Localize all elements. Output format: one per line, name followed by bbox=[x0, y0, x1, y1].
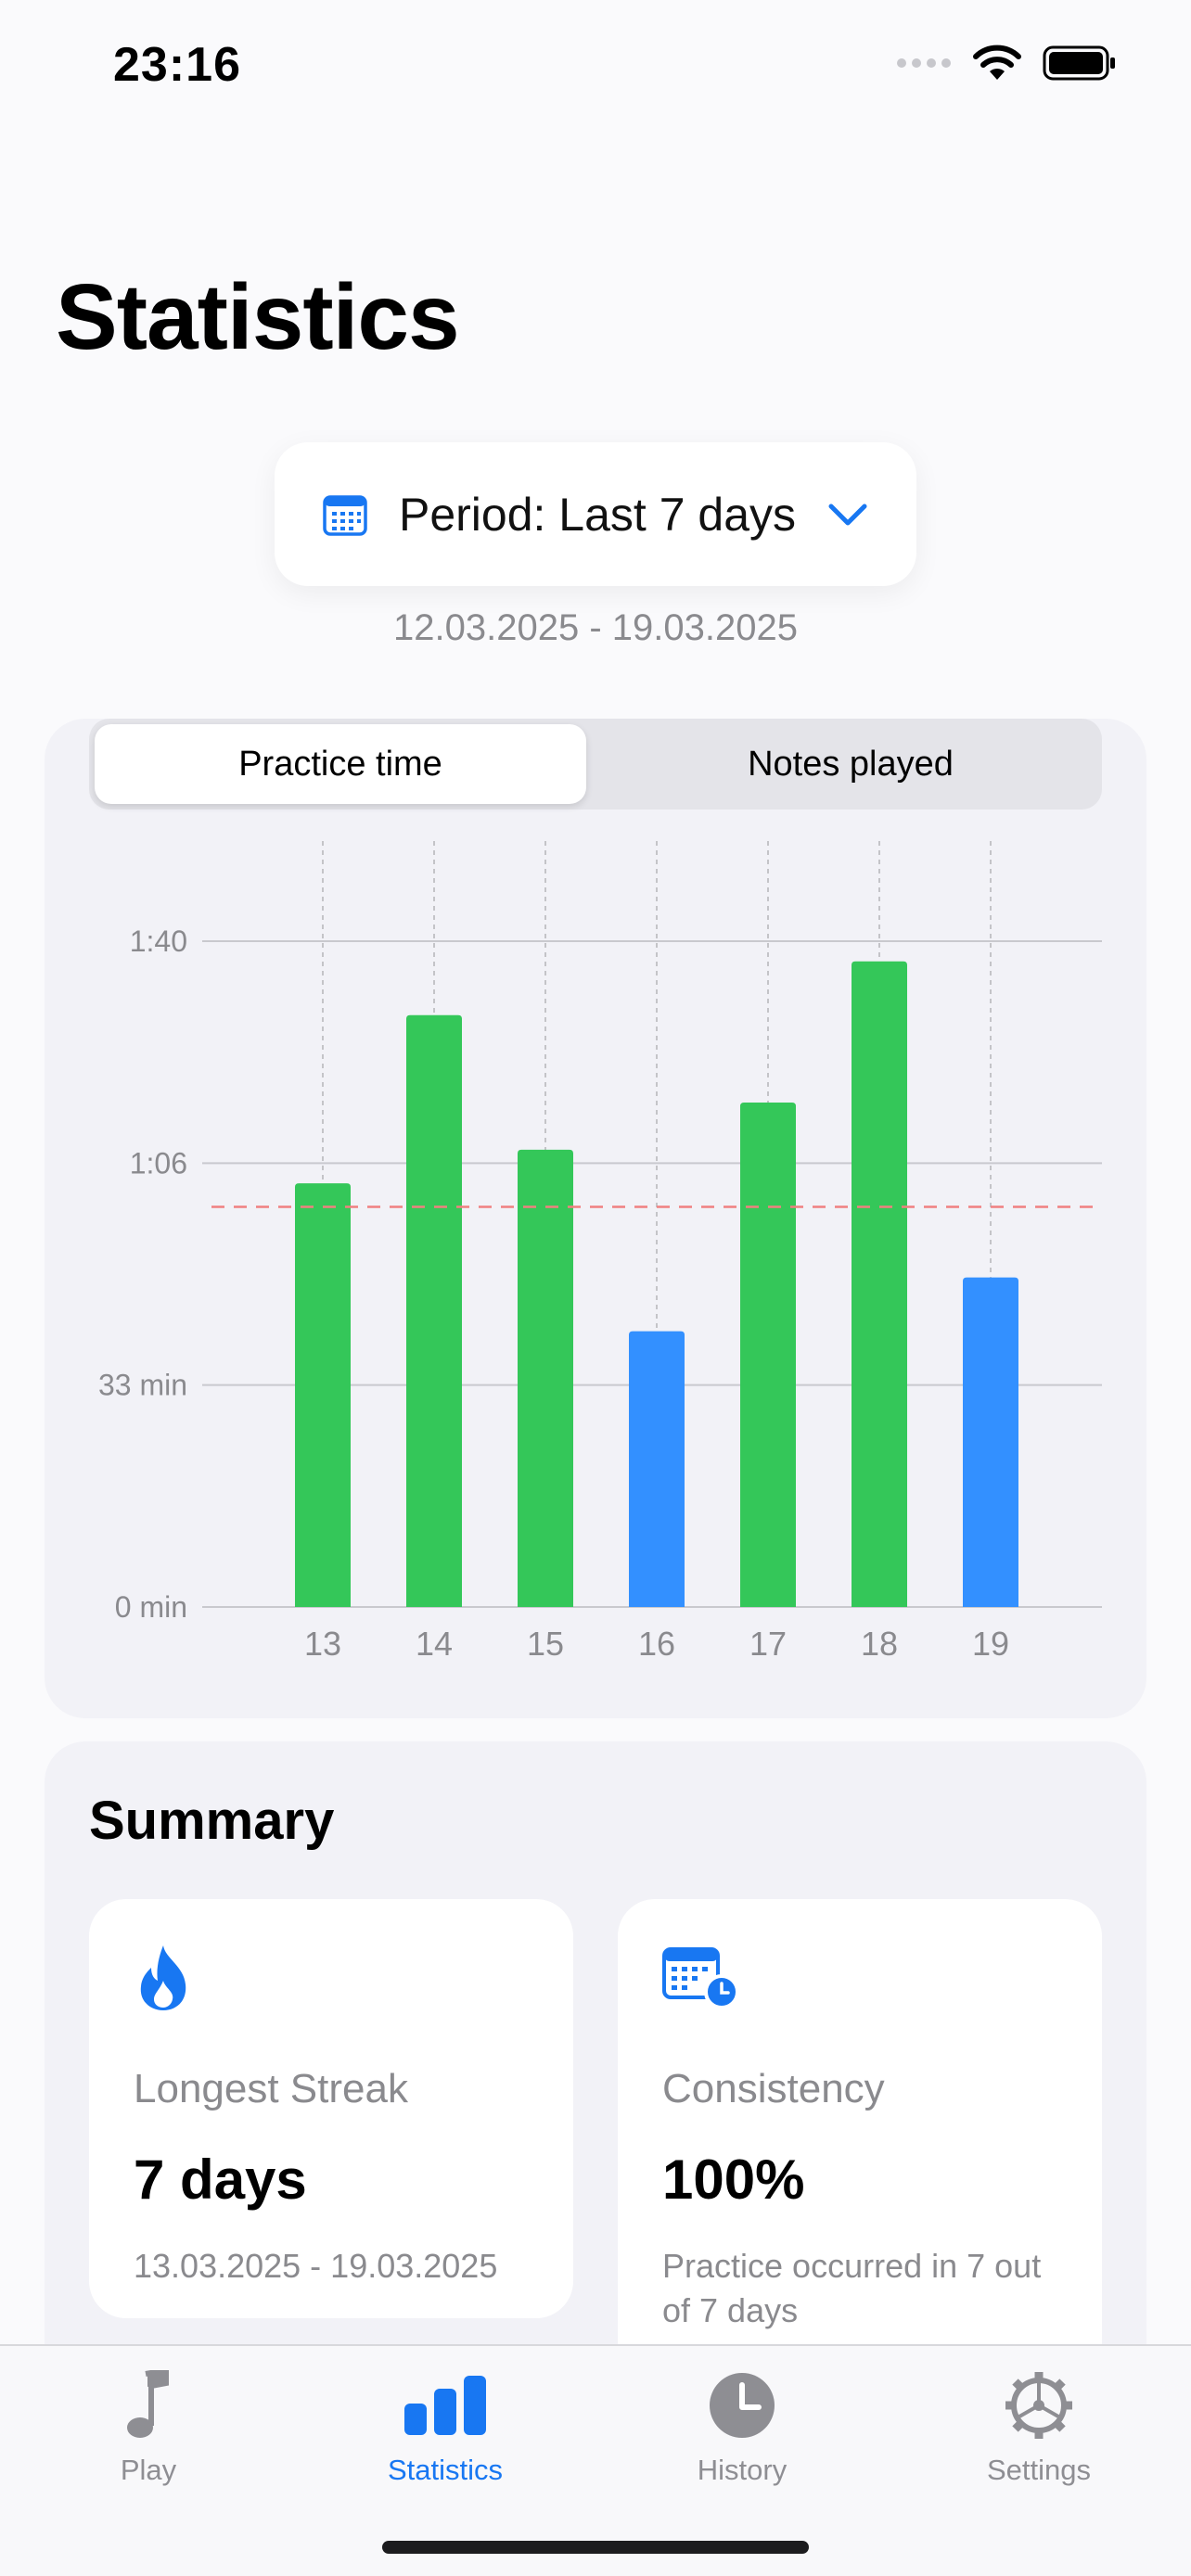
signal-icon bbox=[897, 58, 951, 68]
period-selector-button[interactable]: Period: Last 7 days bbox=[275, 442, 916, 586]
battery-icon bbox=[1043, 45, 1115, 81]
practice-time-bar-chart: 0 min 33 min 1:06 1:40 13 14 15 16 17 18 19 bbox=[98, 841, 1102, 1663]
y-tick-label: 1:06 bbox=[130, 1146, 187, 1180]
longest-streak-label: Longest Streak bbox=[134, 2066, 408, 2111]
y-tick-label: 33 min bbox=[98, 1369, 187, 1402]
tab-history-label: History bbox=[697, 2454, 788, 2486]
gear-icon bbox=[1005, 2372, 1072, 2439]
chart-bar bbox=[518, 1149, 573, 1607]
tab-statistics-label: Statistics bbox=[387, 2454, 504, 2486]
x-tick-label: 14 bbox=[416, 1625, 453, 1663]
flame-icon bbox=[140, 1945, 186, 2010]
page-title: Statistics bbox=[56, 265, 460, 369]
y-tick-label: 1:40 bbox=[130, 925, 187, 958]
x-tick-label: 19 bbox=[972, 1625, 1009, 1663]
chart-bar bbox=[629, 1331, 685, 1607]
chevron-down-icon bbox=[828, 504, 867, 525]
chart-bar bbox=[295, 1183, 351, 1607]
longest-streak-value: 7 days bbox=[134, 2149, 307, 2211]
summary-title: Summary bbox=[89, 1791, 335, 1851]
status-icons bbox=[896, 45, 1117, 82]
period-date-range: 12.03.2025 - 19.03.2025 bbox=[393, 607, 798, 648]
x-tick-label: 17 bbox=[749, 1625, 787, 1663]
x-tick-label: 13 bbox=[304, 1625, 341, 1663]
y-tick-label: 0 min bbox=[115, 1590, 187, 1624]
consistency-card: Consistency 100% Practice occurred in 7 … bbox=[618, 1899, 1102, 2381]
consistency-value: 100% bbox=[662, 2149, 805, 2211]
chart-bar bbox=[740, 1103, 796, 1607]
tab-history[interactable]: History bbox=[594, 2363, 890, 2502]
longest-streak-card: Longest Streak 7 days 13.03.2025 - 19.03… bbox=[89, 1899, 573, 2318]
chart-bar bbox=[963, 1277, 1018, 1607]
x-tick-label: 16 bbox=[638, 1625, 675, 1663]
x-tick-label: 18 bbox=[861, 1625, 898, 1663]
chart-card: Practice time Notes played 0 min 33 min 1:… bbox=[45, 719, 1146, 1718]
x-tick-label: 15 bbox=[527, 1625, 564, 1663]
consistency-description: Practice occurred in 7 out of 7 days bbox=[662, 2247, 1042, 2329]
tab-settings-label: Settings bbox=[986, 2454, 1091, 2486]
status-time: 23:16 bbox=[113, 38, 241, 92]
music-note-icon bbox=[127, 2370, 169, 2438]
consistency-label: Consistency bbox=[662, 2066, 885, 2111]
tab-play-label: Play bbox=[120, 2454, 177, 2486]
chart-bar bbox=[852, 961, 907, 1607]
clock-icon bbox=[710, 2373, 775, 2438]
calendar-clock-icon bbox=[662, 1947, 739, 2009]
tab-settings[interactable]: Settings bbox=[890, 2363, 1187, 2502]
tab-statistics[interactable]: Statistics bbox=[297, 2363, 594, 2502]
chart-bar bbox=[406, 1014, 462, 1607]
chart-bar-icon bbox=[404, 2376, 486, 2435]
wifi-icon bbox=[973, 45, 1021, 80]
calendar-icon bbox=[323, 494, 367, 536]
tab-play[interactable]: Play bbox=[0, 2363, 297, 2502]
longest-streak-range: 13.03.2025 - 19.03.2025 bbox=[134, 2247, 498, 2285]
home-indicator bbox=[382, 2541, 809, 2554]
period-label: Period: Last 7 days bbox=[398, 488, 797, 541]
status-bar: 23:16 bbox=[0, 0, 1191, 139]
